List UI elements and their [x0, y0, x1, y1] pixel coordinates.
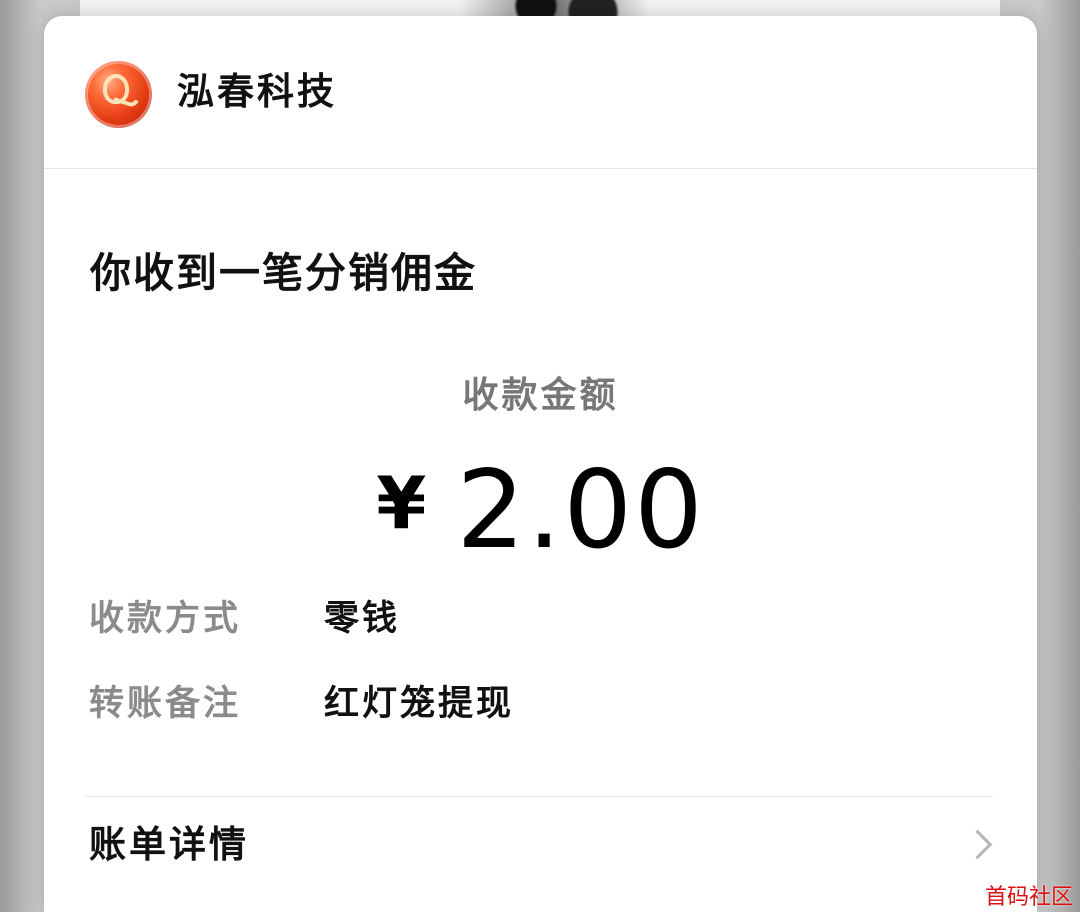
payment-method-row: 收款方式 零钱 [89, 591, 809, 647]
transfer-note-value: 红灯笼提现 [324, 684, 515, 724]
screenshot-canvas: 泓春科技 你收到一笔分销佣金 收款金额 ¥ 2.00 收款方式 零钱 转账备注 … [0, 0, 1080, 912]
payment-method-label: 收款方式 [89, 599, 242, 639]
amount-display: ¥ 2.00 [44, 456, 1037, 566]
qq-like-red-logo-icon [85, 61, 152, 128]
bill-details-button[interactable]: 账单详情 [44, 811, 1037, 881]
amount-value: 2.00 [456, 448, 705, 573]
transfer-note-label: 转账备注 [89, 684, 242, 724]
section-divider [85, 796, 993, 797]
watermark-text: 首码社区 [985, 885, 1074, 910]
amount-label: 收款金额 [462, 375, 619, 416]
transfer-note-row: 转账备注 红灯笼提现 [89, 676, 809, 732]
payment-notification-card: 泓春科技 你收到一笔分销佣金 收款金额 ¥ 2.00 收款方式 零钱 转账备注 … [44, 16, 1037, 912]
notification-title: 你收到一笔分销佣金 [90, 249, 477, 297]
brand-name: 泓春科技 [177, 70, 337, 113]
payment-method-value: 零钱 [324, 599, 401, 639]
notification-header: 泓春科技 [44, 16, 1037, 169]
chevron-right-icon [962, 829, 993, 860]
currency-symbol: ¥ [376, 461, 427, 545]
bill-details-label: 账单详情 [89, 823, 249, 866]
